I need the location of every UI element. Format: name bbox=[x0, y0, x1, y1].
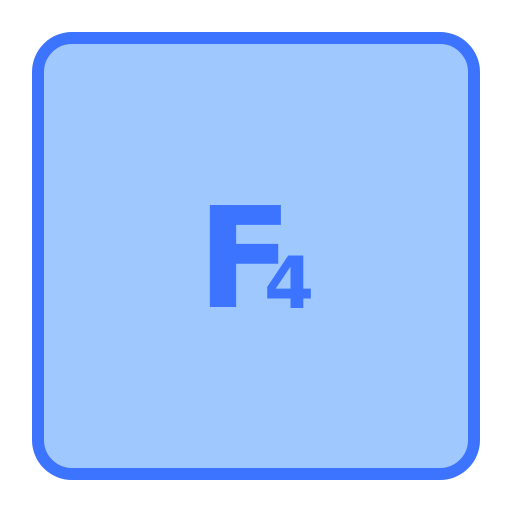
f4-key-icon bbox=[32, 32, 480, 480]
icon-canvas: F 4 bbox=[0, 0, 512, 512]
